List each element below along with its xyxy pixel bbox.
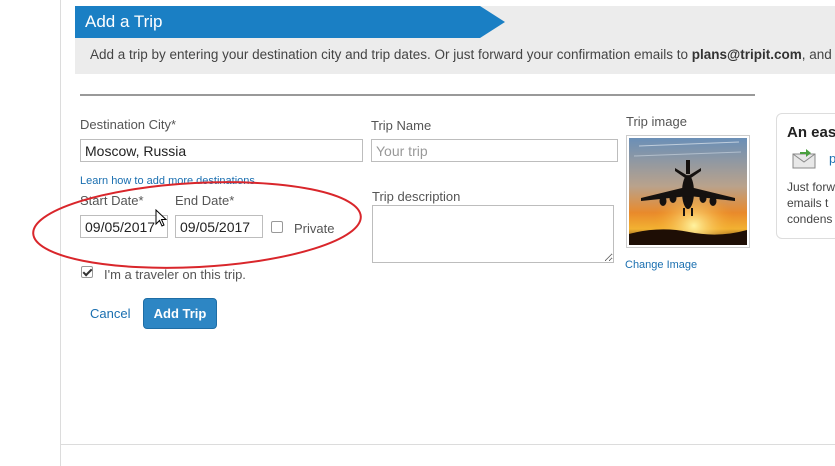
cancel-link[interactable]: Cancel (90, 306, 130, 321)
destination-input[interactable] (80, 139, 363, 162)
destination-label: Destination City* (80, 117, 177, 132)
side-card-line-3: condens (787, 212, 833, 226)
side-card-line-1: Just forw (787, 180, 835, 194)
trip-name-label: Trip Name (371, 118, 432, 133)
trip-image-frame (626, 135, 750, 248)
side-card-title: An eas (787, 124, 835, 141)
trip-image-label: Trip image (626, 114, 687, 129)
annotation-ellipse (32, 181, 362, 269)
change-image-link[interactable]: Change Image (625, 259, 697, 271)
email-forward-icon (792, 149, 816, 169)
side-card-link[interactable]: p (829, 151, 835, 166)
section-divider (80, 94, 755, 96)
trip-name-input[interactable] (371, 139, 618, 162)
page-title: Add a Trip (75, 6, 505, 38)
banner-text-prefix: Add a trip by entering your destination … (90, 47, 692, 62)
banner-text-suffix: , and we' (801, 47, 835, 62)
description-label: Trip description (372, 189, 461, 204)
footer-divider (60, 444, 835, 445)
forward-email: plans@tripit.com (691, 47, 802, 62)
side-card-line-2: emails t (787, 196, 829, 210)
airplane-sunset-photo (629, 138, 747, 245)
description-textarea[interactable] (372, 205, 614, 263)
add-trip-button[interactable]: Add Trip (143, 298, 217, 329)
banner-description: Add a trip by entering your destination … (90, 47, 835, 62)
